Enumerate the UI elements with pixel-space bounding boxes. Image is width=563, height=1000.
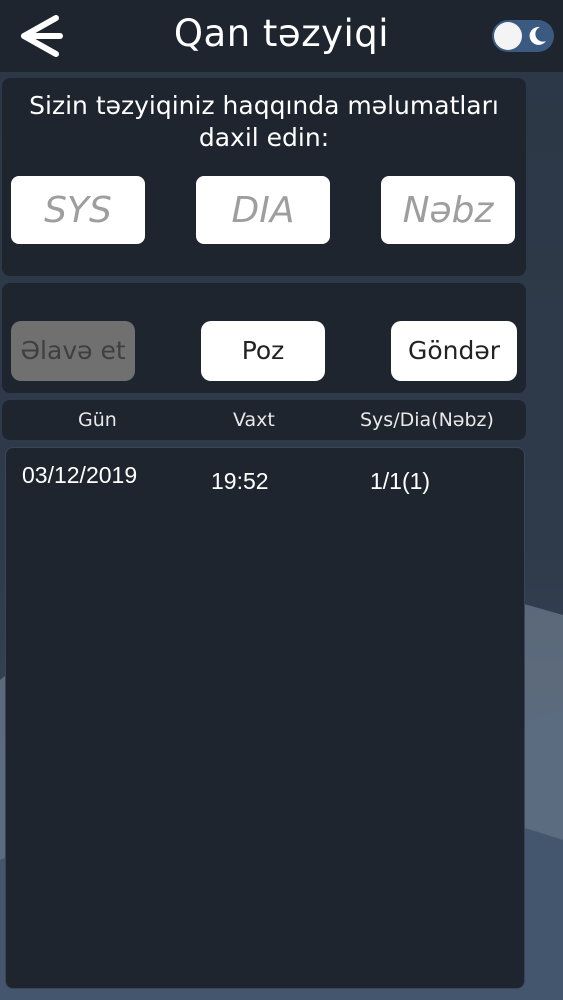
table-header: Gün Vaxt Sys/Dia(Nəbz)	[2, 400, 526, 440]
dia-input[interactable]	[196, 176, 330, 244]
theme-toggle[interactable]	[492, 20, 554, 52]
history-table: 03/12/2019 19:52 1/1(1)	[5, 447, 525, 989]
page-title: Qan təzyiqi	[173, 12, 390, 55]
row-values: 1/1(1)	[370, 468, 431, 494]
row-date: 03/12/2019	[22, 462, 138, 488]
sys-input[interactable]	[11, 176, 145, 244]
measurement-input-panel: Sizin təzyiqiniz haqqında məlumatları da…	[2, 78, 526, 276]
moon-icon	[529, 26, 546, 45]
app-header: Qan təzyiqi	[0, 0, 563, 72]
add-button[interactable]: Əlavə et	[11, 321, 135, 381]
input-prompt: Sizin təzyiqiniz haqqında məlumatları da…	[29, 91, 499, 152]
toggle-knob	[494, 22, 522, 50]
pulse-input[interactable]	[381, 176, 515, 244]
row-time: 19:52	[211, 468, 269, 494]
column-header-values: Sys/Dia(Nəbz)	[360, 409, 494, 431]
delete-button[interactable]: Poz	[201, 321, 325, 381]
actions-panel: Əlavə et Poz Göndər	[2, 283, 526, 393]
column-header-time: Vaxt	[233, 409, 275, 431]
table-row[interactable]: 03/12/2019 19:52 1/1(1)	[6, 448, 524, 508]
column-header-day: Gün	[78, 409, 117, 431]
send-button[interactable]: Göndər	[391, 321, 517, 381]
